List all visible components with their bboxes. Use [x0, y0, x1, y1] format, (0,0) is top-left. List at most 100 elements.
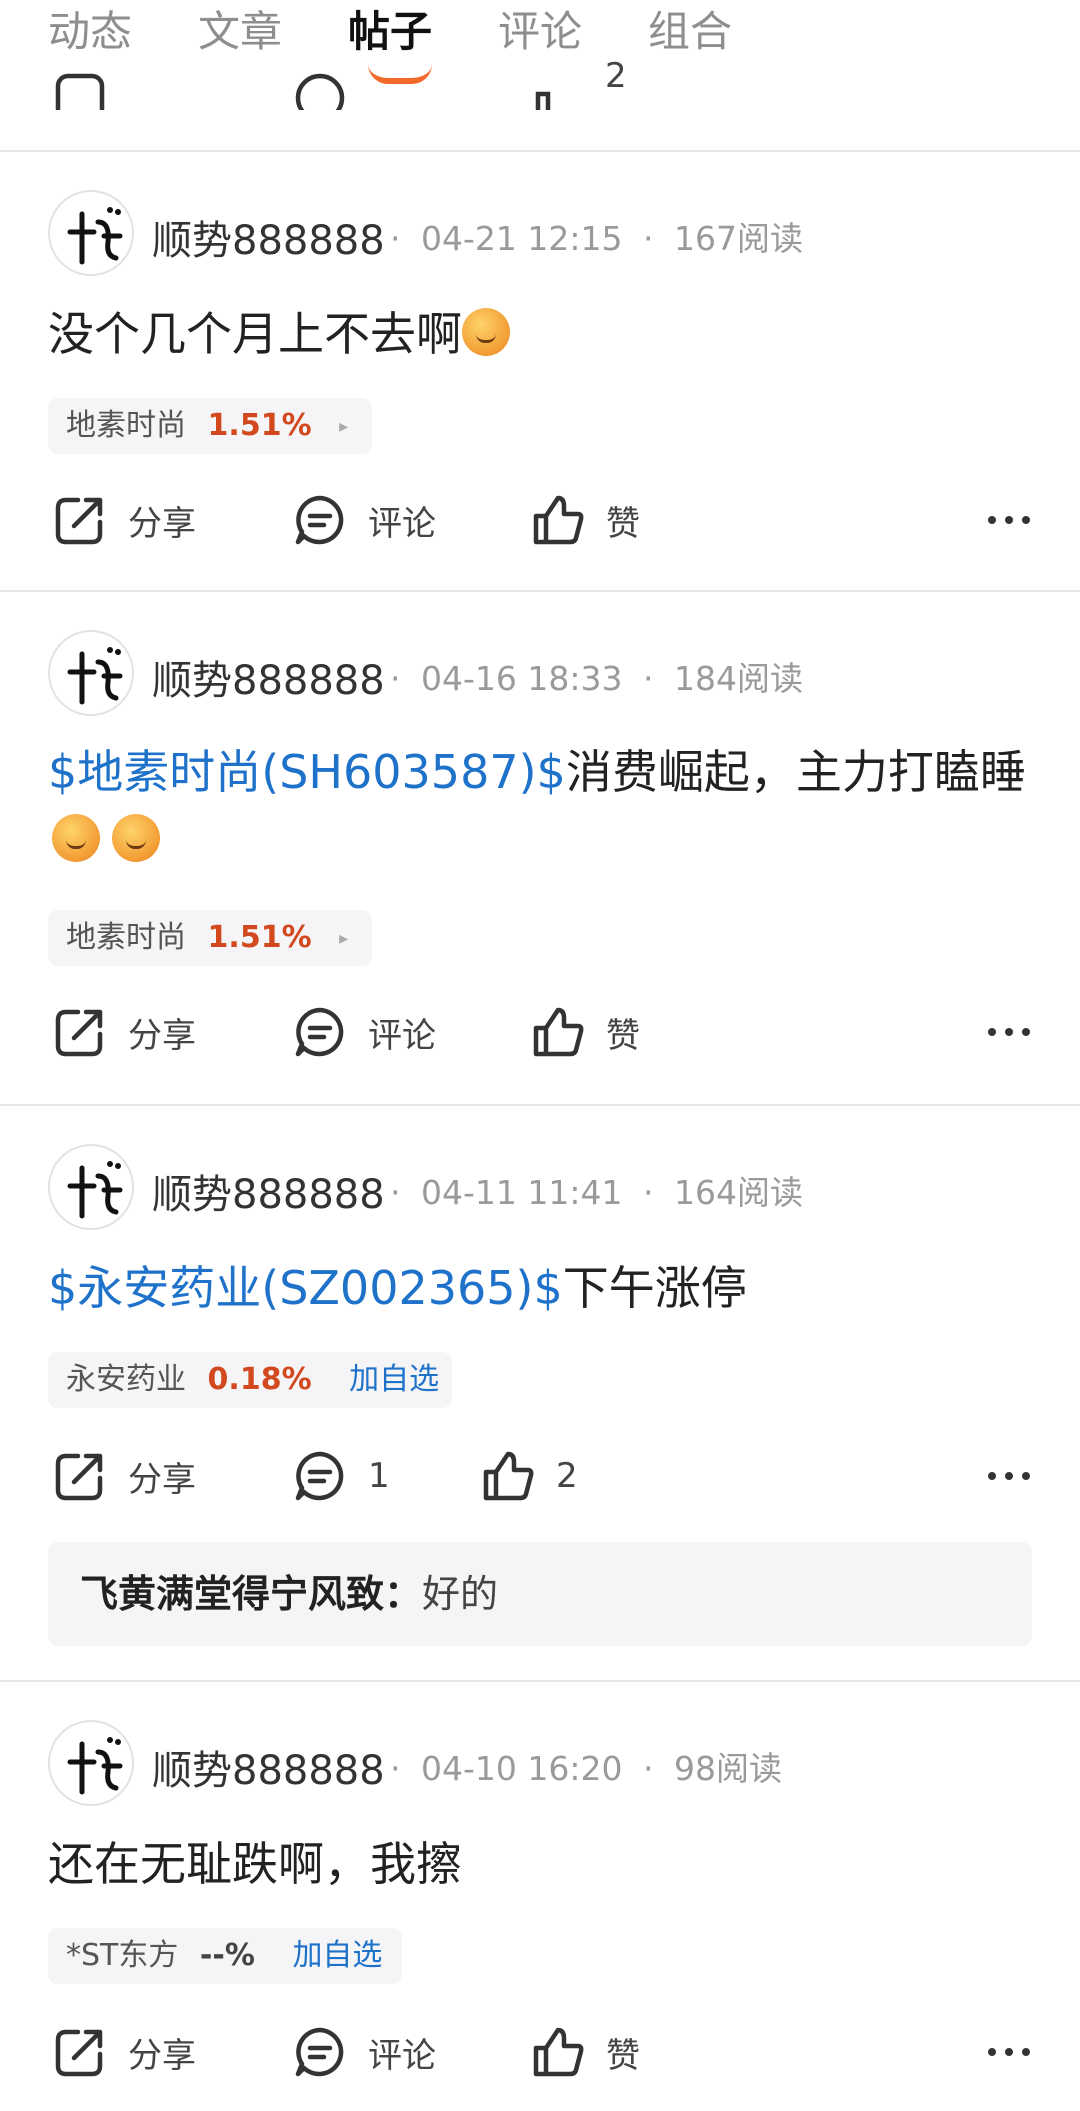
stock-name: *ST东方 [66, 1938, 179, 1973]
read-count: 167阅读 [673, 219, 803, 258]
stock-chip[interactable]: *ST东方 --% 加自选 [48, 1928, 402, 1984]
more-options-icon[interactable] [988, 490, 1030, 550]
post-time: 04-21 12:15 [421, 219, 623, 258]
stock-chip[interactable]: 地素时尚 1.51% ▸ [48, 910, 372, 966]
author-name[interactable]: 顺势888888 [152, 208, 385, 266]
avatar[interactable] [48, 1144, 134, 1230]
share-label: 分享 [128, 1015, 196, 1056]
more-options-icon[interactable] [988, 1002, 1030, 1062]
calligraphy-avatar-icon [67, 647, 123, 705]
read-count: 98阅读 [673, 1749, 782, 1788]
avatar[interactable] [48, 1720, 134, 1806]
action-bar: 分享 评论 赞 [0, 1002, 1080, 1062]
add-to-watchlist-button[interactable]: 加自选 [349, 1362, 439, 1397]
meta-dot: · [390, 1173, 401, 1212]
meta-dot: · [642, 1173, 654, 1212]
share-icon [55, 1009, 103, 1057]
post-time: 04-11 11:41 [421, 1173, 623, 1212]
comment-button[interactable]: 评论 [292, 490, 436, 550]
calligraphy-avatar-icon [67, 207, 123, 265]
comment-button[interactable]: 评论 [292, 2022, 436, 2082]
tab-posts[interactable]: 帖子 [348, 0, 432, 64]
action-bar: 分享 评论 赞 [0, 2022, 1080, 2082]
action-bar: 分享 评论 赞 [0, 490, 1080, 550]
chevron-right-icon: ▸ [339, 928, 349, 949]
more-options-icon[interactable] [988, 1446, 1030, 1506]
tab-dynamic[interactable]: 动态 [48, 0, 132, 64]
post-meta: · 04-10 16:20 · 98阅读 [390, 1742, 782, 1790]
stock-name: 地素时尚 [66, 408, 186, 443]
reply-preview[interactable]: 飞黄满堂得宁风致：好的 [48, 1542, 1032, 1646]
chevron-right-icon: ▸ [339, 416, 349, 437]
add-to-watchlist-button[interactable]: 加自选 [292, 1938, 382, 1973]
share-icon [55, 1453, 103, 1501]
thumbs-up-icon [533, 2027, 584, 2077]
post-content[interactable]: $地素时尚(SH603587)$消费崛起，主力打瞌睡 [48, 738, 1038, 874]
share-label: 分享 [128, 2035, 196, 2076]
stock-tag-link[interactable]: $永安药业(SZ002365)$ [48, 1261, 563, 1315]
reply-text: 好的 [422, 1572, 499, 1616]
meta-dot: · [642, 659, 654, 698]
stock-change: --% [199, 1938, 255, 1973]
avatar[interactable] [48, 630, 134, 716]
tab-articles[interactable]: 文章 [198, 0, 282, 64]
share-button[interactable]: 分享 [52, 2022, 196, 2082]
share-icon [55, 497, 103, 545]
more-options-icon[interactable] [988, 2022, 1030, 2082]
avatar[interactable] [48, 190, 134, 276]
like-button[interactable]: 2 [480, 1446, 578, 1506]
thumbs-up-icon [483, 1451, 534, 1501]
stock-chip[interactable]: 地素时尚 1.51% ▸ [48, 398, 372, 454]
share-button[interactable]: 分享 [52, 1002, 196, 1062]
like-button[interactable]: 赞 [530, 1002, 640, 1062]
previous-post-actions: 2 [0, 60, 1080, 110]
tab-portfolios[interactable]: 组合 [648, 0, 732, 64]
post-meta: · 04-11 11:41 · 164阅读 [390, 1166, 803, 1214]
comment-icon [295, 73, 345, 110]
author-name[interactable]: 顺势888888 [152, 1738, 385, 1796]
stock-name: 地素时尚 [66, 920, 186, 955]
like-label: 赞 [606, 503, 640, 544]
calligraphy-avatar-icon [67, 1737, 123, 1795]
meta-dot: · [390, 219, 401, 258]
post-meta: · 04-16 18:33 · 184阅读 [390, 652, 803, 700]
like-button[interactable]: 赞 [530, 490, 640, 550]
post-text: 消费崛起，主力打瞌睡 [565, 745, 1026, 799]
tab-comments[interactable]: 评论 [498, 0, 582, 64]
meta-dot: · [642, 219, 654, 258]
post-content[interactable]: $永安药业(SZ002365)$下午涨停 [48, 1254, 1038, 1322]
comment-count: 1 [368, 1456, 390, 1496]
like-button[interactable]: 赞 [530, 2022, 640, 2082]
comment-icon [295, 2027, 344, 2077]
comment-label: 评论 [368, 503, 436, 544]
read-count: 164阅读 [673, 1173, 803, 1212]
share-label: 分享 [128, 503, 196, 544]
comment-icon [295, 1451, 344, 1501]
comment-button[interactable]: 1 [292, 1446, 390, 1506]
like-label: 赞 [606, 1015, 640, 1056]
share-icon [55, 73, 105, 110]
comment-label: 评论 [368, 1015, 436, 1056]
post-meta: · 04-21 12:15 · 167阅读 [390, 212, 803, 260]
reply-author[interactable]: 飞黄满堂得宁风致 [80, 1572, 384, 1616]
meta-dot: · [390, 1749, 401, 1788]
divider [0, 1104, 1080, 1106]
comment-button[interactable]: 评论 [292, 1002, 436, 1062]
share-button[interactable]: 分享 [52, 490, 196, 550]
share-button[interactable]: 分享 [52, 1446, 196, 1506]
share-label: 分享 [128, 1459, 196, 1500]
sweat-face-emoji-icon [52, 814, 100, 862]
meta-dot: · [390, 659, 401, 698]
thumbs-up-icon [533, 1007, 584, 1057]
previous-like-count: 2 [605, 60, 627, 96]
post-content[interactable]: 没个几个月上不去啊 [48, 300, 1038, 368]
post-content[interactable]: 还在无耻跌啊，我擦 [48, 1830, 1038, 1898]
like-icon [535, 91, 551, 110]
author-name[interactable]: 顺势888888 [152, 648, 385, 706]
stock-change: 0.18% [207, 1362, 312, 1397]
comment-icon [295, 1007, 344, 1057]
stock-chip[interactable]: 永安药业 0.18% 加自选 [48, 1352, 452, 1408]
author-name[interactable]: 顺势888888 [152, 1162, 385, 1220]
stock-tag-link[interactable]: $地素时尚(SH603587)$ [48, 745, 566, 799]
like-label: 赞 [606, 2035, 640, 2076]
